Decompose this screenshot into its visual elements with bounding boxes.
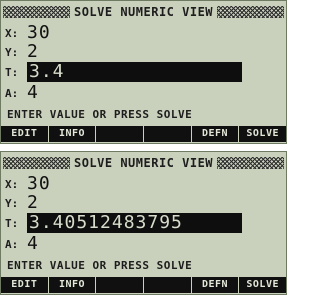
title-hatch-right (217, 157, 285, 169)
variable-value[interactable]: 2 (27, 42, 39, 62)
screen-title: SOLVE NUMERIC VIEW (73, 5, 214, 19)
variable-name: T: (5, 216, 19, 230)
softkey-info[interactable]: INFO (48, 126, 96, 142)
variable-value[interactable]: 4 (27, 234, 39, 254)
title-bar: SOLVE NUMERIC VIEW (3, 4, 285, 20)
variable-name: Y: (5, 45, 19, 59)
softkey-defn[interactable]: DEFN (191, 277, 239, 293)
variable-name: A: (5, 237, 19, 251)
variable-name: X: (5, 26, 19, 40)
screen-title: SOLVE NUMERIC VIEW (73, 156, 214, 170)
softkey-blank-1[interactable] (96, 126, 144, 142)
status-message: ENTER VALUE OR PRESS SOLVE (7, 259, 193, 272)
softkey-solve[interactable]: SOLVE (239, 126, 286, 142)
variable-name: X: (5, 177, 19, 191)
variable-value-highlighted[interactable]: 3.4 (27, 62, 242, 82)
softkey-bar: EDIT INFO DEFN SOLVE (1, 126, 286, 142)
variable-row-t[interactable]: T: 3.40512483795 (5, 213, 282, 233)
variable-row-x[interactable]: X: 30 (5, 174, 282, 194)
softkey-bar: EDIT INFO DEFN SOLVE (1, 277, 286, 293)
variable-name: Y: (5, 196, 19, 210)
title-bar: SOLVE NUMERIC VIEW (3, 155, 285, 171)
title-hatch-right (217, 6, 285, 18)
variable-value-highlighted[interactable]: 3.40512483795 (27, 213, 242, 233)
variable-value[interactable]: 30 (27, 23, 51, 43)
calculator-screen-after-solve: SOLVE NUMERIC VIEW X: 30 Y: 2 T: 3.40512… (0, 151, 287, 295)
variable-value[interactable]: 30 (27, 174, 51, 194)
softkey-edit[interactable]: EDIT (1, 126, 48, 142)
variable-row-t[interactable]: T: 3.4 (5, 62, 282, 82)
softkey-blank-2[interactable] (144, 126, 191, 142)
softkey-info[interactable]: INFO (48, 277, 96, 293)
softkey-solve[interactable]: SOLVE (239, 277, 286, 293)
calculator-screen-before-solve: SOLVE NUMERIC VIEW X: 30 Y: 2 T: 3.4 A: … (0, 0, 287, 144)
softkey-defn[interactable]: DEFN (191, 126, 239, 142)
status-message: ENTER VALUE OR PRESS SOLVE (7, 108, 193, 121)
softkey-blank-2[interactable] (144, 277, 191, 293)
title-hatch-left (3, 157, 70, 169)
variable-row-a[interactable]: A: 4 (5, 234, 282, 254)
variable-row-x[interactable]: X: 30 (5, 23, 282, 43)
softkey-blank-1[interactable] (96, 277, 144, 293)
title-hatch-left (3, 6, 70, 18)
variable-row-y[interactable]: Y: 2 (5, 42, 282, 62)
variable-name: T: (5, 65, 19, 79)
variable-value[interactable]: 4 (27, 83, 39, 103)
variable-name: A: (5, 86, 19, 100)
softkey-edit[interactable]: EDIT (1, 277, 48, 293)
variable-value[interactable]: 2 (27, 193, 39, 213)
variable-row-a[interactable]: A: 4 (5, 83, 282, 103)
variable-row-y[interactable]: Y: 2 (5, 193, 282, 213)
